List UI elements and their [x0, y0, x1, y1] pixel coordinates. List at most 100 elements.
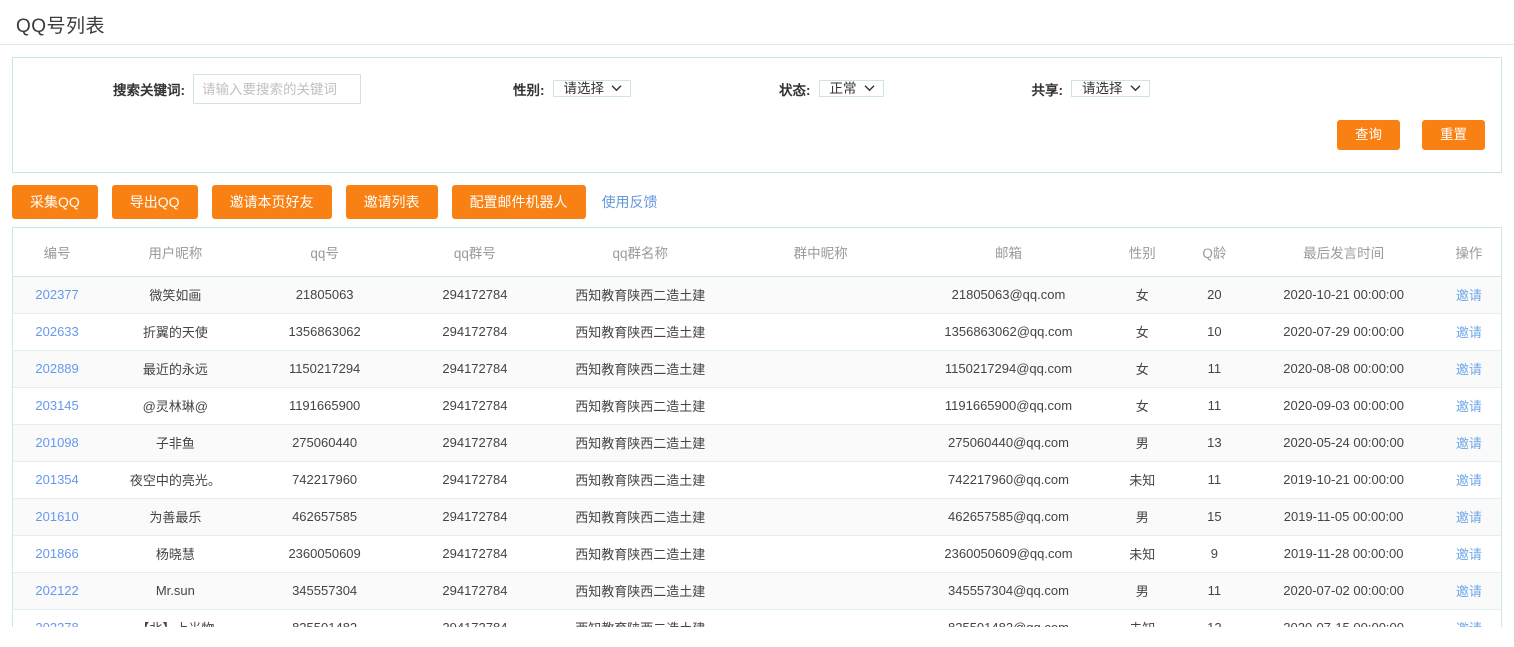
column-header-last-speak: 最后发言时间 — [1250, 228, 1436, 276]
share-select[interactable]: 请选择 — [1071, 80, 1150, 97]
cell-operation[interactable]: 邀请 — [1437, 313, 1501, 350]
row-id-link[interactable]: 202889 — [35, 361, 78, 376]
cell-email: 1150217294@qq.com — [911, 350, 1106, 387]
cell-nickname: 为善最乐 — [101, 498, 249, 535]
cell-group-name: 西知教育陕西二造土建 — [550, 461, 730, 498]
table-row: 202633折翼的天使1356863062294172784西知教育陕西二造土建… — [13, 313, 1501, 350]
row-id-link[interactable]: 203145 — [35, 398, 78, 413]
status-field: 状态: 正常 — [779, 75, 884, 103]
cell-id[interactable]: 203145 — [13, 387, 101, 424]
invite-page-friends-button[interactable]: 邀请本页好友 — [212, 185, 332, 219]
cell-group-name: 西知教育陕西二造土建 — [550, 276, 730, 313]
invite-link[interactable]: 邀请 — [1456, 584, 1482, 599]
row-id-link[interactable]: 201866 — [35, 546, 78, 561]
row-id-link[interactable]: 201610 — [35, 509, 78, 524]
page-title: QQ号列表 — [0, 0, 1514, 44]
cell-operation[interactable]: 邀请 — [1437, 572, 1501, 609]
cell-last-speak: 2019-10-21 00:00:00 — [1250, 461, 1436, 498]
keyword-label: 搜索关键词: — [113, 79, 185, 99]
cell-group-id: 294172784 — [400, 313, 550, 350]
filter-row: 搜索关键词: 性别: 请选择 状态: 正常 — [13, 58, 1501, 120]
cell-operation[interactable]: 邀请 — [1437, 535, 1501, 572]
status-select[interactable]: 正常 — [819, 80, 884, 97]
cell-nickname: 最近的永远 — [101, 350, 249, 387]
column-header-qq-age: Q龄 — [1178, 228, 1250, 276]
cell-operation[interactable]: 邀请 — [1437, 276, 1501, 313]
cell-id[interactable]: 201866 — [13, 535, 101, 572]
cell-gender: 女 — [1106, 350, 1178, 387]
cell-group-id: 294172784 — [400, 387, 550, 424]
collect-qq-button[interactable]: 采集QQ — [12, 185, 98, 219]
invite-link[interactable]: 邀请 — [1456, 362, 1482, 377]
cell-id[interactable]: 201098 — [13, 424, 101, 461]
gender-select-wrap[interactable]: 请选择 — [553, 75, 632, 103]
row-id-link[interactable]: 202122 — [35, 583, 78, 598]
cell-last-speak: 2019-11-28 00:00:00 — [1250, 535, 1436, 572]
row-id-link[interactable]: 201354 — [35, 472, 78, 487]
search-input[interactable] — [193, 74, 361, 104]
title-divider — [0, 44, 1514, 45]
cell-nickname: 子非鱼 — [101, 424, 249, 461]
cell-gender: 未知 — [1106, 535, 1178, 572]
invite-link[interactable]: 邀请 — [1456, 473, 1482, 488]
invite-link[interactable]: 邀请 — [1456, 547, 1482, 562]
cell-operation[interactable]: 邀请 — [1437, 461, 1501, 498]
cell-nickname: 杨晓慧 — [101, 535, 249, 572]
cell-operation[interactable]: 邀请 — [1437, 498, 1501, 535]
cell-id[interactable]: 202377 — [13, 276, 101, 313]
column-header-group-nickname: 群中昵称 — [730, 228, 910, 276]
cell-group-name: 西知教育陕西二造土建 — [550, 609, 730, 627]
feedback-link[interactable]: 使用反馈 — [602, 192, 658, 212]
cell-gender: 女 — [1106, 276, 1178, 313]
cell-group-nickname — [730, 572, 910, 609]
row-id-link[interactable]: 202378 — [35, 620, 78, 627]
cell-qq-age: 10 — [1178, 313, 1250, 350]
invite-link[interactable]: 邀请 — [1456, 325, 1482, 340]
cell-id[interactable]: 202889 — [13, 350, 101, 387]
column-header-email: 邮箱 — [911, 228, 1106, 276]
cell-email: 275060440@qq.com — [911, 424, 1106, 461]
query-button[interactable]: 查询 — [1337, 120, 1400, 150]
row-id-link[interactable]: 202377 — [35, 287, 78, 302]
row-id-link[interactable]: 201098 — [35, 435, 78, 450]
status-label: 状态: — [779, 79, 811, 99]
column-header-id: 编号 — [13, 228, 101, 276]
table-row: 201098子非鱼275060440294172784西知教育陕西二造土建275… — [13, 424, 1501, 461]
share-select-wrap[interactable]: 请选择 — [1071, 75, 1150, 103]
cell-qq: 1356863062 — [249, 313, 399, 350]
cell-group-id: 294172784 — [400, 609, 550, 627]
invite-link[interactable]: 邀请 — [1456, 436, 1482, 451]
invite-link[interactable]: 邀请 — [1456, 621, 1482, 627]
cell-nickname: 【北】上光物 — [101, 609, 249, 627]
cell-group-nickname — [730, 387, 910, 424]
cell-id[interactable]: 201354 — [13, 461, 101, 498]
cell-nickname: 折翼的天使 — [101, 313, 249, 350]
cell-group-name: 西知教育陕西二造土建 — [550, 572, 730, 609]
cell-operation[interactable]: 邀请 — [1437, 609, 1501, 627]
cell-last-speak: 2020-07-02 00:00:00 — [1250, 572, 1436, 609]
cell-id[interactable]: 202378 — [13, 609, 101, 627]
config-mail-robot-button[interactable]: 配置邮件机器人 — [452, 185, 586, 219]
invite-list-button[interactable]: 邀请列表 — [346, 185, 438, 219]
cell-qq: 275060440 — [249, 424, 399, 461]
cell-operation[interactable]: 邀请 — [1437, 424, 1501, 461]
export-qq-button[interactable]: 导出QQ — [112, 185, 198, 219]
cell-id[interactable]: 202122 — [13, 572, 101, 609]
cell-id[interactable]: 201610 — [13, 498, 101, 535]
cell-operation[interactable]: 邀请 — [1437, 350, 1501, 387]
search-panel: 搜索关键词: 性别: 请选择 状态: 正常 — [12, 57, 1502, 173]
row-id-link[interactable]: 202633 — [35, 324, 78, 339]
cell-last-speak: 2020-10-21 00:00:00 — [1250, 276, 1436, 313]
reset-button[interactable]: 重置 — [1422, 120, 1485, 150]
cell-group-nickname — [730, 350, 910, 387]
invite-link[interactable]: 邀请 — [1456, 510, 1482, 525]
status-select-wrap[interactable]: 正常 — [819, 75, 884, 103]
cell-group-name: 西知教育陕西二造土建 — [550, 387, 730, 424]
invite-link[interactable]: 邀请 — [1456, 399, 1482, 414]
invite-link[interactable]: 邀请 — [1456, 288, 1482, 303]
cell-id[interactable]: 202633 — [13, 313, 101, 350]
qq-list-page: QQ号列表 搜索关键词: 性别: 请选择 状态: 正常 — [0, 0, 1514, 647]
gender-select[interactable]: 请选择 — [553, 80, 632, 97]
cell-qq-age: 11 — [1178, 461, 1250, 498]
cell-operation[interactable]: 邀请 — [1437, 387, 1501, 424]
